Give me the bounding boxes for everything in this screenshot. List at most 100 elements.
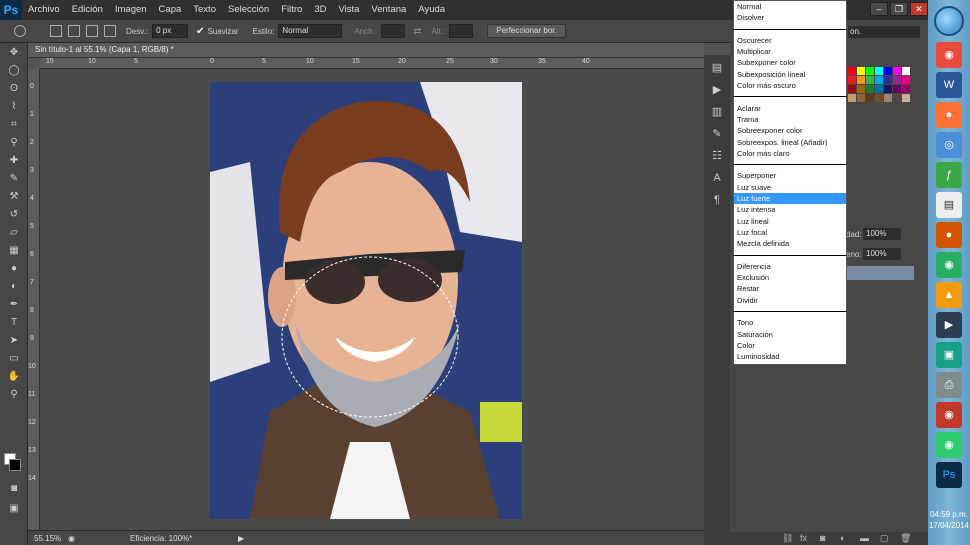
subtract-selection-icon[interactable] [86,25,98,37]
blend-option[interactable]: Luz suave [734,182,846,193]
zoom-tool-icon[interactable]: ⚲ [4,386,24,403]
restore-icon[interactable]: ❐ [890,2,908,16]
quick-mask-icon[interactable]: ◙ [4,480,24,497]
blend-option[interactable]: Oscurecer [734,35,846,46]
height-input[interactable] [449,24,474,38]
screen-mode-icon[interactable]: ▣ [4,500,24,517]
blend-option[interactable]: Multiplicar [734,46,846,57]
width-input[interactable] [381,24,406,38]
close-icon[interactable]: ✕ [910,2,928,16]
move-tool-icon[interactable]: ✥ [4,44,24,61]
eyedropper-icon[interactable]: ⚲ [4,134,24,151]
menu-ventana[interactable]: Ventana [365,0,412,20]
document-image[interactable] [210,82,522,519]
blend-option[interactable]: Normal [734,1,846,12]
checkbox-icon[interactable]: ✔ [196,26,204,37]
swap-icon[interactable]: ⇄ [413,26,421,37]
explorer-icon[interactable]: ▤ [936,192,962,218]
menu-seleccion[interactable]: Selección [222,0,275,20]
history-panel-icon[interactable]: ▤ [708,59,726,77]
red-app-icon[interactable]: ◉ [936,402,962,428]
dodge-tool-icon[interactable]: ◐ [4,278,24,295]
blend-option[interactable]: Restar [734,283,846,294]
history-brush-icon[interactable]: ↺ [4,206,24,223]
blend-option[interactable]: Sobreexpos. lineal (Añadir) [734,137,846,148]
printer-icon[interactable]: ⎙ [936,372,962,398]
eraser-tool-icon[interactable]: ▱ [4,224,24,241]
blend-option[interactable]: Subexposición lineal [734,69,846,80]
blend-option[interactable]: Luminosidad [734,351,846,362]
fx-icon[interactable]: fx [800,533,807,543]
opacity-input[interactable]: 100% [863,228,901,240]
mask-icon[interactable]: ◙ [820,533,825,543]
system-clock[interactable]: 04:59 p.m. 17/04/2014 [928,509,970,531]
blend-option[interactable]: Saturación [734,329,846,340]
type-tool-icon[interactable]: T [4,314,24,331]
menu-filtro[interactable]: Filtro [275,0,308,20]
adjustment-layer-icon[interactable]: ◐ [840,533,845,543]
menu-archivo[interactable]: Archivo [22,0,66,20]
menu-imagen[interactable]: Imagen [109,0,153,20]
blend-option[interactable]: Superponer [734,170,846,181]
windows-start-icon[interactable] [934,6,964,36]
blend-option[interactable]: Luz lineal [734,216,846,227]
feather-input[interactable]: 0 px [152,24,189,38]
gradient-tool-icon[interactable]: ▦ [4,242,24,259]
menu-edicion[interactable]: Edición [66,0,109,20]
style-select[interactable]: Normal [278,24,343,38]
clone-stamp-icon[interactable]: ⚒ [4,188,24,205]
green-app-icon[interactable]: ◉ [936,252,962,278]
character-panel-icon[interactable]: A [708,169,726,187]
document-tab[interactable]: Sin título-1 al 55.1% (Capa 1, RGB/8) * [28,43,704,58]
player-icon[interactable]: ▶ [936,312,962,338]
blend-option[interactable]: Diferencia [734,261,846,272]
blur-tool-icon[interactable]: ● [4,260,24,277]
quick-select-icon[interactable]: ⌇ [4,98,24,115]
actions-panel-icon[interactable]: ▶ [708,81,726,99]
blend-option[interactable]: Luz intensa [734,204,846,215]
blend-option[interactable]: Dividir [734,295,846,306]
flash-icon[interactable]: ƒ [936,162,962,188]
selected-layer-row[interactable] [846,266,914,280]
crop-tool-icon[interactable]: ⌗ [4,116,24,133]
menu-ayuda[interactable]: Ayuda [412,0,451,20]
lasso-tool-icon[interactable]: ʘ [4,80,24,97]
info-icon[interactable]: ◉ [68,534,75,543]
blend-option[interactable]: Luz focal [734,227,846,238]
workspace-select[interactable]: on. [848,26,920,38]
firefox-icon[interactable]: ● [936,102,962,128]
link-layers-icon[interactable]: ⛓ [782,533,793,544]
properties-icon[interactable]: ☷ [708,147,726,165]
background-color-swatch[interactable] [9,459,21,471]
intersect-selection-icon[interactable] [104,25,116,37]
media-icon[interactable]: ● [936,222,962,248]
shape-tool-icon[interactable]: ▭ [4,350,24,367]
blend-option[interactable]: Mezcla definida [734,238,846,249]
blend-option[interactable]: Exclusión [734,272,846,283]
blend-option[interactable]: Color [734,340,846,351]
word-icon[interactable]: W [936,72,962,98]
zoom-level[interactable]: 55.15% [34,534,61,543]
minimize-icon[interactable]: – [870,2,888,16]
marquee-tool-icon[interactable]: ◯ [4,62,24,79]
blend-option[interactable]: Aclarar [734,103,846,114]
healing-brush-icon[interactable]: ✚ [4,152,24,169]
app-icon[interactable]: ◎ [936,132,962,158]
fill-input[interactable]: 100% [863,248,901,260]
blend-option-selected[interactable]: Luz fuerte [734,193,846,205]
hand-tool-icon[interactable]: ✋ [4,368,24,385]
pen-tool-icon[interactable]: ✒ [4,296,24,313]
menu-capa[interactable]: Capa [153,0,188,20]
brush-tool-icon[interactable]: ✎ [4,170,24,187]
refine-edge-button[interactable]: Perfeccionar bor. [487,24,566,38]
adjustments-icon[interactable]: ▥ [708,103,726,121]
blend-option[interactable]: Disolver [734,12,846,23]
terminal-icon[interactable]: ▣ [936,342,962,368]
blend-mode-dropdown[interactable]: Normal Disolver Oscurecer Multiplicar Su… [733,0,847,365]
new-selection-icon[interactable] [50,25,62,37]
chrome-icon[interactable]: ◉ [936,42,962,68]
blend-option[interactable]: Sobreexponer color [734,125,846,136]
menu-vista[interactable]: Vista [332,0,365,20]
paragraph-panel-icon[interactable]: ¶ [708,191,726,209]
vlc-icon[interactable]: ▲ [936,282,962,308]
